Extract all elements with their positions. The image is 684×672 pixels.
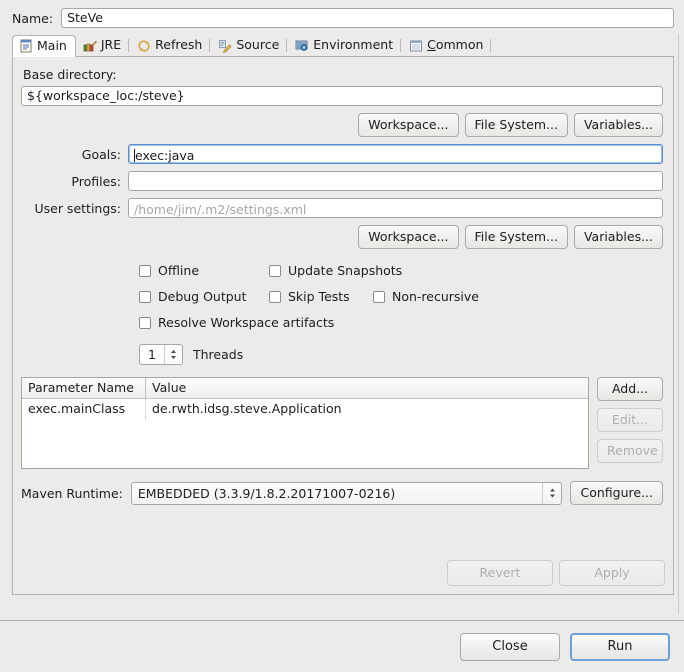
checkbox-box-icon bbox=[139, 264, 151, 277]
base-directory-label: Base directory: bbox=[23, 67, 117, 82]
parameters-table[interactable]: Parameter Name Value exec.mainClass de.r… bbox=[21, 377, 589, 469]
java-books-icon bbox=[83, 39, 97, 53]
checkbox-box-icon bbox=[139, 316, 151, 329]
tab-mnemonic: C bbox=[427, 37, 436, 52]
checkbox-box-icon bbox=[269, 290, 281, 303]
checkbox-resolve-workspace-artifacts[interactable]: Resolve Workspace artifacts bbox=[139, 315, 334, 330]
tab-label: Source bbox=[236, 37, 280, 52]
user-settings-row: User settings: /home/jim/.m2/settings.xm… bbox=[21, 198, 663, 218]
tab-folder: Main JRE Refresh Source Environment Comm… bbox=[12, 34, 674, 57]
tab-label: Common bbox=[427, 37, 483, 52]
maven-runtime-value: EMBEDDED (3.3.9/1.8.2.20171007-0216) bbox=[137, 485, 396, 501]
tab-environment[interactable]: Environment bbox=[288, 35, 402, 56]
maven-runtime-row: Maven Runtime: EMBEDDED (3.3.9/1.8.2.201… bbox=[21, 481, 663, 505]
name-row: Name: bbox=[0, 0, 684, 34]
settings-file-system-button[interactable]: File System... bbox=[464, 225, 568, 249]
checkbox-skip-tests[interactable]: Skip Tests bbox=[269, 289, 373, 304]
spinner-arrows-icon[interactable] bbox=[164, 345, 182, 364]
configure-maven-runtime-button[interactable]: Configure... bbox=[570, 481, 663, 505]
maven-runtime-select[interactable]: EMBEDDED (3.3.9/1.8.2.20171007-0216) bbox=[130, 481, 563, 505]
checkbox-box-icon bbox=[269, 264, 281, 277]
tab-label: JRE bbox=[100, 37, 122, 52]
environment-monitor-icon bbox=[295, 39, 309, 53]
profiles-row: Profiles: bbox=[21, 171, 663, 191]
checkbox-label: Resolve Workspace artifacts bbox=[158, 315, 335, 330]
revert-apply-row: Revert Apply bbox=[447, 560, 665, 586]
goals-label: Goals: bbox=[81, 146, 121, 162]
options-checkbox-group: Offline Update Snapshots Debug Output Sk… bbox=[21, 263, 663, 330]
tab-label-rest: ommon bbox=[435, 37, 484, 52]
table-row[interactable]: exec.mainClass de.rwth.idsg.steve.Applic… bbox=[22, 399, 588, 419]
configuration-name-input[interactable] bbox=[61, 8, 674, 28]
profiles-label: Profiles: bbox=[71, 173, 121, 189]
threads-spinner[interactable]: 1 bbox=[139, 344, 183, 365]
checkbox-row-1: Offline Update Snapshots bbox=[139, 263, 663, 278]
parameters-button-column: Add... Edit... Remove bbox=[597, 377, 663, 463]
tab-label: Environment bbox=[313, 37, 394, 52]
remove-parameter-button: Remove bbox=[597, 439, 663, 463]
tab-source[interactable]: Source bbox=[211, 35, 288, 56]
source-pencil-icon bbox=[218, 39, 232, 53]
profiles-input[interactable] bbox=[128, 171, 663, 191]
cell-parameter-name: exec.mainClass bbox=[22, 399, 146, 419]
base-directory-button-row: Workspace... File System... Variables... bbox=[21, 113, 663, 137]
base-directory-input[interactable] bbox=[21, 86, 663, 106]
cell-parameter-value: de.rwth.idsg.steve.Application bbox=[152, 401, 342, 416]
tab-label: Refresh bbox=[155, 37, 203, 52]
goals-row: Goals: exec:java bbox=[21, 144, 663, 164]
tab-common[interactable]: Common bbox=[402, 35, 492, 56]
base-dir-file-system-button[interactable]: File System... bbox=[464, 113, 568, 137]
threads-label: Threads bbox=[193, 347, 244, 362]
close-button[interactable]: Close bbox=[460, 632, 560, 661]
checkbox-row-3: Resolve Workspace artifacts bbox=[139, 315, 663, 330]
parameters-area: Parameter Name Value exec.mainClass de.r… bbox=[21, 377, 663, 469]
tab-main[interactable]: Main bbox=[12, 35, 76, 57]
apply-button: Apply bbox=[559, 560, 665, 586]
add-parameter-button[interactable]: Add... bbox=[597, 377, 663, 401]
checkbox-label: Debug Output bbox=[158, 289, 247, 304]
user-settings-input[interactable]: /home/jim/.m2/settings.xml bbox=[128, 198, 663, 218]
revert-button: Revert bbox=[447, 560, 553, 586]
checkbox-non-recursive[interactable]: Non-recursive bbox=[373, 289, 479, 304]
checkbox-box-icon bbox=[139, 290, 151, 303]
user-settings-label: User settings: bbox=[34, 200, 121, 216]
goals-value: exec:java bbox=[135, 148, 195, 163]
tab-jre[interactable]: JRE bbox=[76, 35, 130, 56]
checkbox-label: Update Snapshots bbox=[288, 263, 403, 278]
tab-label: Main bbox=[37, 37, 67, 53]
column-header-value[interactable]: Value bbox=[146, 378, 588, 398]
base-dir-workspace-button[interactable]: Workspace... bbox=[358, 113, 459, 137]
name-label: Name: bbox=[12, 10, 54, 26]
user-settings-placeholder: /home/jim/.m2/settings.xml bbox=[134, 202, 307, 217]
goals-input[interactable]: exec:java bbox=[128, 144, 663, 164]
panel-right-edge bbox=[678, 34, 684, 614]
checkbox-box-icon bbox=[373, 290, 385, 303]
common-window-icon bbox=[409, 39, 423, 53]
dialog-button-bar: Close Run bbox=[0, 620, 684, 672]
chevron-updown-icon[interactable] bbox=[542, 482, 561, 504]
edit-parameter-button: Edit... bbox=[597, 408, 663, 432]
main-tab-panel: Base directory: Workspace... File System… bbox=[12, 57, 674, 595]
checkbox-label: Offline bbox=[158, 263, 200, 278]
column-header-parameter-name[interactable]: Parameter Name bbox=[22, 378, 146, 398]
checkbox-label: Non-recursive bbox=[392, 289, 479, 304]
refresh-arrows-icon bbox=[137, 39, 151, 53]
checkbox-label: Skip Tests bbox=[288, 289, 350, 304]
checkbox-offline[interactable]: Offline bbox=[139, 263, 269, 278]
checkbox-row-2: Debug Output Skip Tests Non-recursive bbox=[139, 289, 663, 304]
settings-variables-button[interactable]: Variables... bbox=[573, 225, 663, 249]
threads-row: 1 Threads bbox=[21, 344, 663, 365]
document-page-icon bbox=[19, 39, 33, 53]
table-header-row: Parameter Name Value bbox=[22, 378, 588, 399]
tab-strip: Main JRE Refresh Source Environment Comm… bbox=[12, 34, 674, 57]
user-settings-button-row: Workspace... File System... Variables... bbox=[21, 225, 663, 249]
maven-runtime-label: Maven Runtime: bbox=[21, 485, 123, 501]
run-button[interactable]: Run bbox=[570, 632, 670, 661]
threads-value: 1 bbox=[148, 347, 156, 362]
tab-refresh[interactable]: Refresh bbox=[130, 35, 211, 56]
checkbox-update-snapshots[interactable]: Update Snapshots bbox=[269, 263, 402, 278]
settings-workspace-button[interactable]: Workspace... bbox=[358, 225, 459, 249]
checkbox-debug-output[interactable]: Debug Output bbox=[139, 289, 269, 304]
base-dir-variables-button[interactable]: Variables... bbox=[573, 113, 663, 137]
